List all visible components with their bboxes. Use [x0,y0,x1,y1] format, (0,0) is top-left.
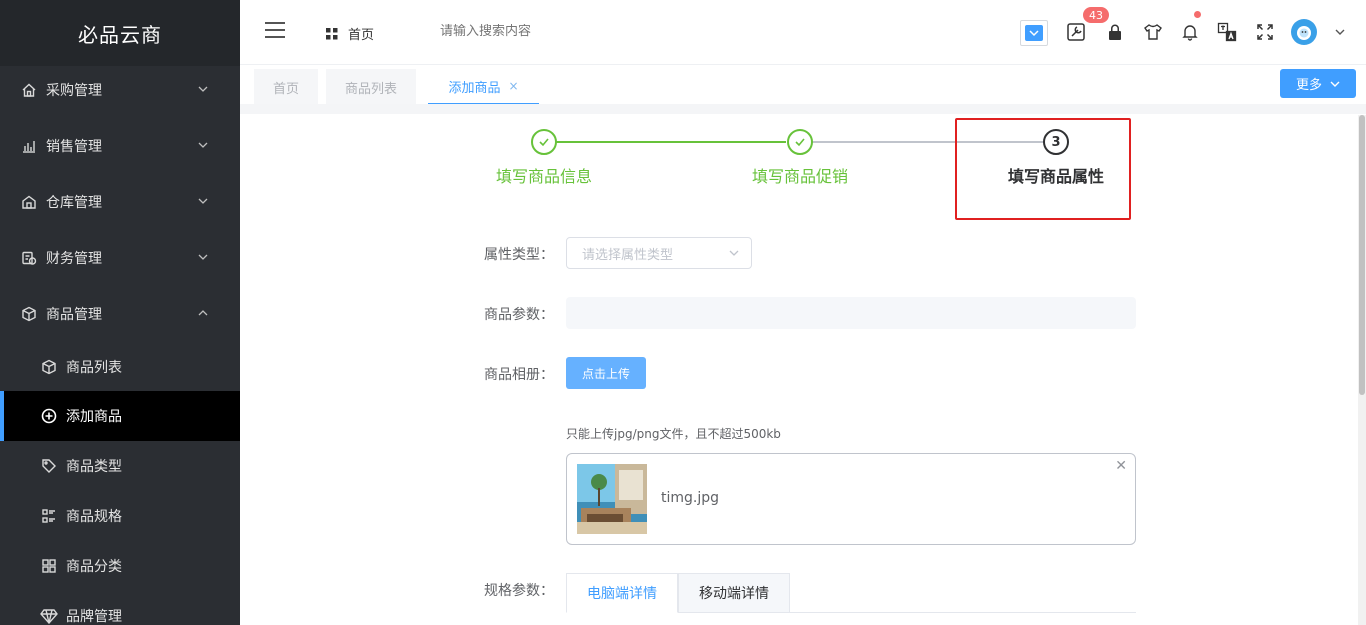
sidebar-item-label: 品牌管理 [66,609,122,625]
highlight-box [955,118,1131,220]
sidebar: 必品云商 采购管理 销售管理 仓库管理 财务管理 商品管理 商品列表 添加商品 … [0,0,240,625]
menu-warehouse[interactable]: 仓库管理 [0,174,240,230]
sidebar-item-add-goods[interactable]: 添加商品 [0,391,240,441]
upload-button[interactable]: 点击上传 [566,357,646,389]
grid-icon [326,27,338,39]
diamond-icon [40,607,58,625]
chevron-down-icon[interactable] [1330,22,1350,42]
upload-tip: 只能上传jpg/png文件，且不超过500kb [566,427,781,441]
home-icon [20,81,38,99]
sidebar-item-label: 商品分类 [66,559,122,575]
menu-finance[interactable]: 财务管理 [0,230,240,286]
sidebar-item-label: 商品列表 [66,360,122,376]
chevron-down-icon [198,86,208,92]
dropdown-toggle-button[interactable] [1020,20,1048,46]
spec-icon [40,507,58,525]
main-content [240,115,1356,625]
brand-logo: 必品云商 [0,0,240,66]
uploaded-file-card: timg.jpg ✕ [566,453,1136,545]
grid-icon [40,557,58,575]
more-button[interactable]: 更多 [1280,69,1356,98]
tab-label: 首页 [272,81,299,97]
tab-add-goods[interactable]: 添加商品 × [428,69,539,105]
menu-label: 仓库管理 [46,195,102,211]
step-2-title: 填写商品促销 [752,167,849,186]
file-thumbnail [577,464,647,534]
tab-pc-detail[interactable]: 电脑端详情 [566,573,678,613]
finance-icon [20,249,38,267]
box-icon [20,305,38,323]
album-label: 商品相册： [484,367,554,383]
menu-toggle-icon[interactable] [265,22,285,40]
translate-icon[interactable] [1217,22,1237,42]
menu-goods[interactable]: 商品管理 [0,286,240,342]
divider [789,612,1136,613]
scrollbar[interactable] [1358,115,1366,625]
chevron-down-icon [1330,81,1340,87]
menu-label: 销售管理 [46,139,102,155]
tag-icon [40,457,58,475]
avatar[interactable] [1291,19,1317,45]
spec-tabs: 电脑端详情 移动端详情 [566,573,790,613]
step-connector [556,141,786,143]
file-name: timg.jpg [661,490,720,506]
tools-icon[interactable] [1066,22,1086,42]
box-icon [40,358,58,376]
tab-label: 添加商品 [448,80,501,96]
sidebar-item-brand[interactable]: 品牌管理 [0,591,240,625]
sidebar-item-label: 商品规格 [66,509,122,525]
home-link-label: 首页 [348,28,375,43]
tabs-bar: 首页 商品列表 添加商品 × 更多 [240,65,1366,114]
search-input[interactable] [440,24,640,39]
chevron-down-icon [198,254,208,260]
sidebar-item-goods-spec[interactable]: 商品规格 [0,491,240,541]
attr-type-placeholder: 请选择属性类型 [582,247,674,263]
chevron-up-icon [198,310,208,316]
sidebar-item-goods-list[interactable]: 商品列表 [0,342,240,392]
sidebar-item-goods-category[interactable]: 商品分类 [0,541,240,591]
sidebar-item-goods-type[interactable]: 商品类型 [0,441,240,491]
step-1-title: 填写商品信息 [496,167,593,186]
more-button-label: 更多 [1295,78,1322,93]
home-link[interactable]: 首页 [326,24,374,43]
menu-purchase[interactable]: 采购管理 [0,62,240,118]
fullscreen-icon[interactable] [1255,22,1275,42]
attr-type-select[interactable]: 请选择属性类型 [566,237,752,269]
chevron-down-icon [729,250,739,256]
params-label: 商品参数： [484,307,554,323]
tab-mobile-detail[interactable]: 移动端详情 [678,573,790,613]
top-header: 首页 43 [240,0,1366,65]
menu-sales[interactable]: 销售管理 [0,118,240,174]
shirt-icon[interactable] [1143,22,1163,42]
attr-type-label: 属性类型： [484,247,554,263]
sidebar-item-label: 添加商品 [66,409,122,425]
step-1-check-icon [531,129,557,155]
notification-dot [1194,11,1201,18]
params-area[interactable] [566,297,1136,329]
chevron-down-icon [198,198,208,204]
tab-home[interactable]: 首页 [254,69,318,105]
close-icon[interactable]: × [508,79,518,93]
chart-icon [20,137,38,155]
spec-label: 规格参数： [484,583,554,599]
step-2-check-icon [787,129,813,155]
warehouse-icon [20,193,38,211]
menu-label: 财务管理 [46,251,102,267]
chevron-down-icon [198,142,208,148]
bell-icon[interactable] [1180,22,1200,42]
menu-label: 采购管理 [46,83,102,99]
chevron-down-icon [1029,30,1039,37]
close-icon[interactable]: ✕ [1115,458,1127,474]
plus-circle-icon [40,407,58,425]
tab-goods-list[interactable]: 商品列表 [326,69,416,105]
menu-label: 商品管理 [46,307,102,323]
lock-icon[interactable] [1105,22,1125,42]
tab-label: 商品列表 [344,81,397,97]
sidebar-item-label: 商品类型 [66,459,122,475]
